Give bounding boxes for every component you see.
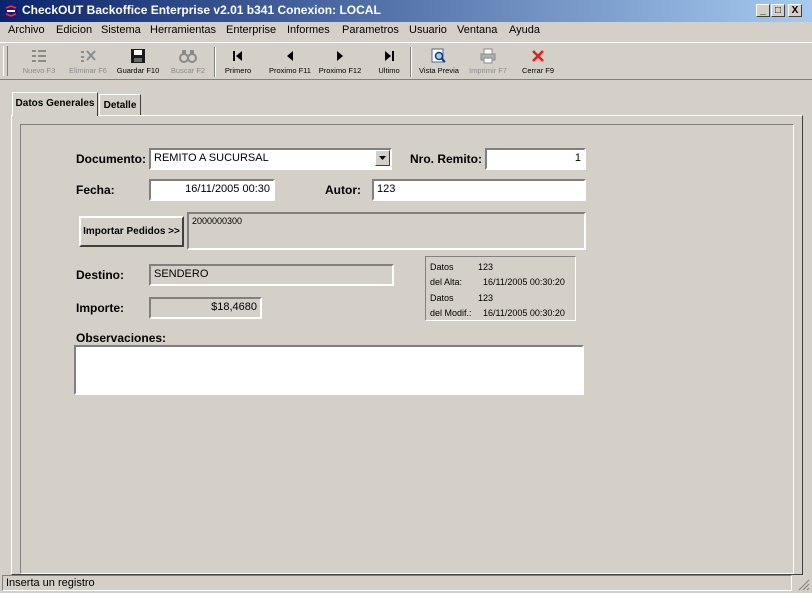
primero-button[interactable]: Primero (220, 45, 256, 79)
resize-grip-icon[interactable] (798, 579, 810, 591)
binoculars-icon (179, 50, 197, 63)
cerrar-button[interactable]: Cerrar F9 (518, 45, 558, 79)
toolbar-separator (214, 47, 216, 77)
printer-icon (480, 48, 496, 64)
documento-dropdown-button[interactable] (375, 150, 390, 166)
menu-edicion[interactable]: Edicion (56, 24, 92, 36)
modif-user: 123 (478, 293, 494, 303)
vista-previa-button[interactable]: Vista Previa (416, 45, 462, 79)
first-record-icon (233, 51, 242, 61)
documento-value: REMITO A SUCURSAL (154, 152, 269, 164)
documento-combo[interactable]: REMITO A SUCURSAL (149, 148, 392, 170)
importar-pedidos-button[interactable]: Importar Pedidos >> (79, 216, 184, 247)
cerrar-label: Cerrar F9 (521, 66, 555, 75)
chevron-down-icon (379, 156, 386, 160)
menu-sistema[interactable]: Sistema (101, 24, 141, 36)
proximo-f12-label: Proximo F12 (318, 66, 362, 75)
alta-label-2: del Alta: (430, 277, 463, 287)
window-title: CheckOUT Backoffice Enterprise v2.01 b34… (22, 3, 381, 17)
nro-remito-field[interactable]: 1 (485, 148, 586, 170)
eliminar-button[interactable]: Eliminar F6 (64, 45, 112, 79)
importe-field: $18,4680 (149, 297, 262, 319)
destino-field: SENDERO (149, 264, 394, 286)
observaciones-textarea[interactable] (74, 345, 584, 395)
delete-record-icon (81, 50, 96, 62)
alta-user: 123 (478, 262, 494, 272)
toolbar-grip[interactable] (3, 46, 8, 76)
alta-label-1: Datos (430, 262, 454, 272)
preview-icon (431, 48, 446, 63)
eliminar-label: Eliminar F6 (69, 66, 107, 75)
importe-label: Importe: (76, 301, 124, 315)
status-text: Inserta un registro (2, 575, 792, 591)
previous-record-icon (287, 51, 293, 61)
ultimo-button[interactable]: Ultimo (372, 45, 406, 79)
autor-label: Autor: (325, 183, 361, 197)
buscar-button[interactable]: Buscar F2 (166, 45, 210, 79)
modif-label-2: del Modif.: (430, 308, 472, 318)
app-icon (4, 4, 18, 18)
last-record-icon (385, 51, 394, 61)
alta-date: 16/11/2005 00:30:20 (483, 277, 565, 287)
menu-ayuda[interactable]: Ayuda (509, 24, 540, 36)
save-icon (131, 49, 145, 63)
menu-herramientas[interactable]: Herramientas (150, 24, 216, 36)
menu-parametros[interactable]: Parametros (342, 24, 399, 36)
status-bar: Inserta un registro (0, 573, 812, 593)
nuevo-button[interactable]: Nuevo F3 (18, 45, 60, 79)
menu-archivo[interactable]: Archivo (8, 24, 45, 36)
fecha-field[interactable]: 16/11/2005 00:30 (149, 179, 275, 201)
fecha-label: Fecha: (76, 183, 115, 197)
proximo-f11-label: Proximo F11 (269, 66, 311, 75)
nuevo-label: Nuevo F3 (22, 66, 56, 75)
documento-label: Documento: (76, 152, 146, 166)
imprimir-button[interactable]: Imprimir F7 (466, 45, 510, 79)
next-record-icon (337, 51, 343, 61)
new-record-icon (32, 50, 46, 62)
guardar-label: Guardar F10 (116, 66, 160, 75)
buscar-label: Buscar F2 (170, 66, 206, 75)
menu-usuario[interactable]: Usuario (409, 24, 447, 36)
tab-detalle[interactable]: Detalle (99, 94, 141, 116)
primero-label: Primero (224, 66, 252, 75)
close-button[interactable]: X (788, 4, 802, 17)
toolbar: Nuevo F3 Eliminar F6 Guardar F10 Buscar … (0, 42, 812, 80)
guardar-button[interactable]: Guardar F10 (114, 45, 162, 79)
menu-bar: Archivo Edicion Sistema Herramientas Ent… (0, 22, 812, 41)
vista-previa-label: Vista Previa (419, 66, 459, 75)
minimize-button[interactable]: _ (756, 4, 770, 17)
menu-enterprise[interactable]: Enterprise (226, 24, 276, 36)
maximize-button[interactable]: □ (771, 4, 785, 17)
close-x-icon (532, 50, 544, 62)
proximo-f11-button[interactable]: Proximo F11 (266, 45, 314, 79)
menu-informes[interactable]: Informes (287, 24, 330, 36)
title-bar: CheckOUT Backoffice Enterprise v2.01 b34… (0, 0, 812, 22)
pedidos-list: 2000000300 (187, 212, 586, 250)
ultimo-label: Ultimo (378, 66, 400, 75)
modif-label-1: Datos (430, 293, 454, 303)
destino-label: Destino: (76, 268, 124, 282)
modif-date: 16/11/2005 00:30:20 (483, 308, 565, 318)
nro-remito-label: Nro. Remito: (410, 152, 482, 166)
tab-datos-generales[interactable]: Datos Generales (12, 92, 98, 116)
audit-info-box: Datos 123 del Alta: 16/11/2005 00:30:20 … (425, 256, 576, 321)
proximo-f12-button[interactable]: Proximo F12 (316, 45, 364, 79)
observaciones-label: Observaciones: (76, 331, 167, 345)
toolbar-separator (410, 47, 412, 77)
autor-field[interactable]: 123 (372, 179, 586, 201)
menu-ventana[interactable]: Ventana (457, 24, 497, 36)
imprimir-label: Imprimir F7 (469, 66, 507, 75)
